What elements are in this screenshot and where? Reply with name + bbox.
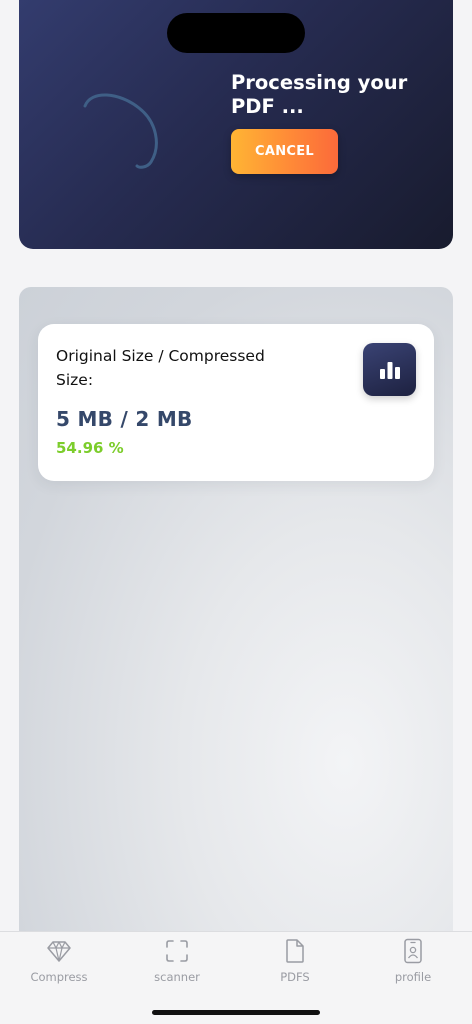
scan-frame-icon bbox=[166, 940, 188, 962]
size-stats-card: Original Size / Compressed Size: 5 MB / … bbox=[38, 324, 434, 481]
processing-title: Processing your PDF ... bbox=[231, 71, 408, 118]
diamond-icon bbox=[47, 941, 71, 962]
tab-compress-label: Compress bbox=[30, 970, 88, 984]
tab-pdfs-label: PDFS bbox=[280, 970, 310, 984]
id-badge-icon bbox=[404, 938, 422, 964]
dynamic-island bbox=[167, 13, 305, 53]
tab-pdfs[interactable]: PDFS bbox=[240, 938, 350, 988]
processing-card: Processing your PDF ... CANCEL bbox=[19, 0, 453, 249]
tab-scanner[interactable]: scanner bbox=[122, 938, 232, 988]
tab-profile-label: profile bbox=[394, 970, 432, 984]
size-stats-label: Original Size / Compressed Size: bbox=[56, 347, 265, 389]
size-values: 5 MB / 2 MB bbox=[56, 407, 193, 431]
tab-compress[interactable]: Compress bbox=[4, 938, 114, 988]
document-icon bbox=[286, 939, 304, 963]
loading-spinner-icon bbox=[83, 93, 158, 169]
compression-percent: 54.96 % bbox=[56, 439, 124, 457]
chart-button[interactable] bbox=[363, 343, 416, 396]
cancel-button[interactable]: CANCEL bbox=[231, 129, 338, 174]
bar-chart-icon bbox=[379, 361, 400, 379]
home-indicator bbox=[152, 1010, 320, 1015]
app-screen: Processing your PDF ... CANCEL Original … bbox=[0, 0, 472, 1024]
tab-profile[interactable]: profile bbox=[358, 938, 468, 988]
tab-scanner-label: scanner bbox=[154, 970, 200, 984]
